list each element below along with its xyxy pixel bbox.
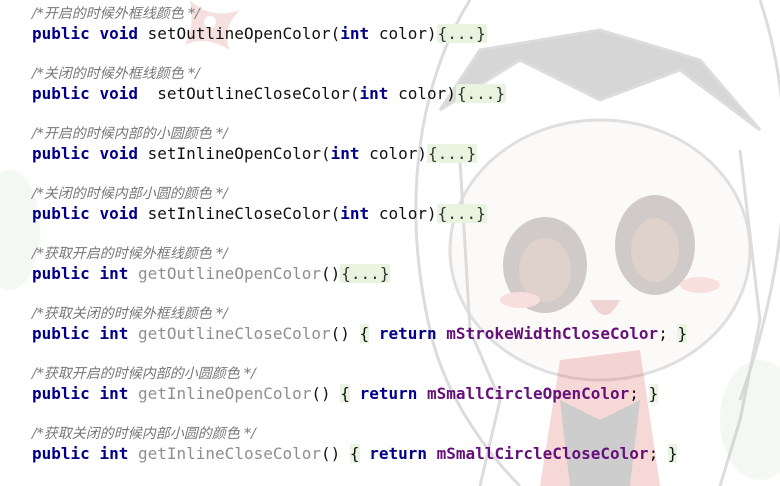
keyword: void — [99, 84, 138, 103]
param-type: int — [330, 144, 360, 163]
method-signature: public void setInlineCloseColor(int colo… — [32, 204, 487, 223]
method-name[interactable]: getOutlineCloseColor — [138, 324, 331, 343]
folded-code-block[interactable]: {...} — [455, 84, 507, 103]
method-signature: public int getInlineCloseColor() { retur… — [32, 444, 678, 463]
method-signature: public void setInlineOpenColor(int color… — [32, 144, 478, 163]
param-type: int — [340, 204, 370, 223]
folded-code-block[interactable]: {...} — [436, 24, 487, 43]
method-signature: public void setOutlineOpenColor(int colo… — [32, 24, 487, 43]
folded-code-block[interactable]: {...} — [340, 264, 391, 283]
method-signature: public void setOutlineCloseColor(int col… — [32, 84, 507, 103]
keyword: public — [32, 204, 90, 223]
open-brace: { — [359, 324, 370, 343]
keyword: int — [99, 264, 129, 283]
method-name[interactable]: getOutlineOpenColor — [138, 264, 321, 283]
keyword: public — [32, 324, 90, 343]
keyword: public — [32, 384, 90, 403]
return-keyword: return — [359, 384, 418, 403]
return-keyword: return — [369, 444, 427, 463]
keyword: void — [99, 204, 138, 223]
open-brace: { — [349, 444, 360, 463]
param-type: int — [340, 24, 370, 43]
field-reference[interactable]: mSmallCircleOpenColor — [427, 384, 629, 403]
open-brace: { — [340, 384, 350, 403]
folded-code-block[interactable]: {...} — [436, 204, 487, 223]
field-reference[interactable]: mStrokeWidthCloseColor — [446, 324, 658, 343]
keyword: public — [32, 24, 90, 43]
field-reference[interactable]: mSmallCircleCloseColor — [437, 444, 649, 463]
method-signature: public int getOutlineOpenColor(){...} — [32, 264, 391, 283]
method-name[interactable]: getInlineCloseColor — [138, 444, 321, 463]
method-name[interactable]: setOutlineCloseColor — [157, 84, 350, 103]
folded-code-block[interactable]: {...} — [426, 144, 478, 163]
keyword: int — [99, 444, 129, 463]
keyword: public — [32, 84, 90, 103]
method-name[interactable]: setOutlineOpenColor — [148, 24, 331, 43]
method-signature: public int getInlineOpenColor() { return… — [32, 384, 659, 403]
return-keyword: return — [378, 324, 437, 343]
method-name[interactable]: setInlineOpenColor — [148, 144, 321, 163]
keyword: public — [32, 144, 90, 163]
keyword: void — [99, 144, 138, 163]
close-brace: } — [648, 384, 659, 403]
keyword: int — [99, 324, 129, 343]
method-name[interactable]: getInlineOpenColor — [138, 384, 311, 403]
keyword: void — [99, 24, 138, 43]
keyword: public — [32, 444, 90, 463]
method-signature: public int getOutlineCloseColor() { retu… — [32, 324, 688, 343]
param-type: int — [359, 84, 389, 103]
close-brace: } — [667, 444, 678, 463]
keyword: int — [99, 384, 129, 403]
method-name[interactable]: setInlineCloseColor — [148, 204, 331, 223]
close-brace: } — [677, 324, 688, 343]
keyword: public — [32, 264, 90, 283]
